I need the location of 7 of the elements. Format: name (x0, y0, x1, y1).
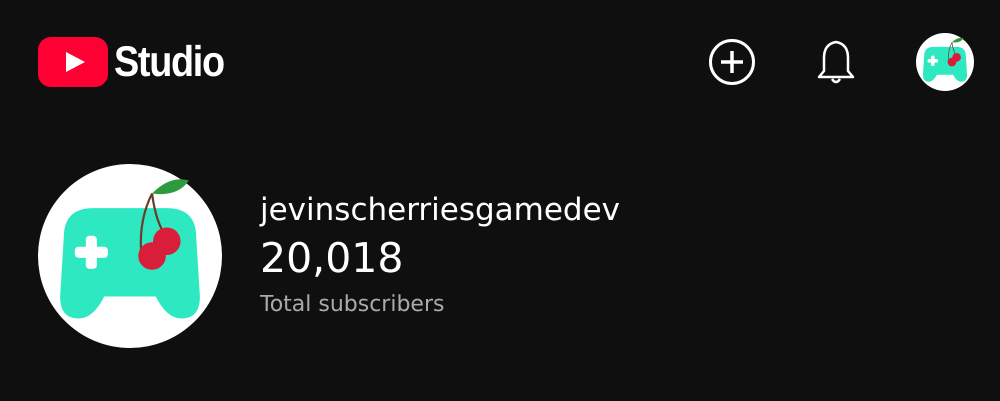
subscriber-count: 20,018 (260, 233, 404, 284)
channel-name: jevinscherriesgamedev (260, 191, 620, 230)
plus-circle-icon (708, 38, 756, 86)
bell-icon (816, 38, 856, 86)
logo-icon (38, 37, 108, 87)
logo-text: Studio (114, 38, 224, 86)
subscriber-label: Total subscribers (260, 291, 446, 319)
